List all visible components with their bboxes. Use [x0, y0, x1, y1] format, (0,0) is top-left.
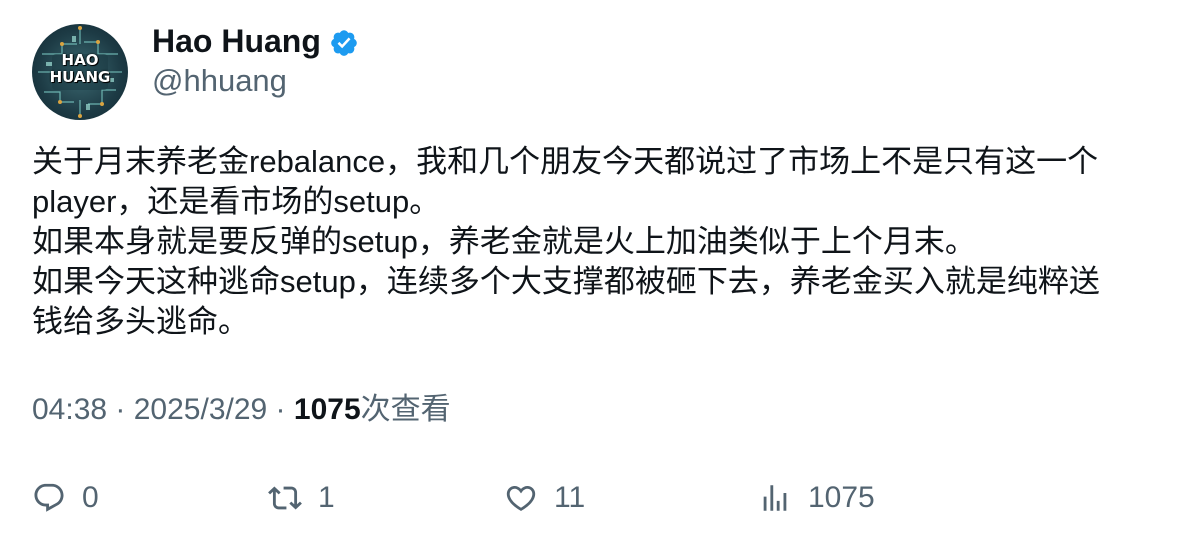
- retweet-icon: [268, 486, 302, 510]
- retweet-count: 1: [318, 481, 335, 514]
- views-label: 次查看: [360, 393, 451, 426]
- tweet-text-line: 关于月末养老金rebalance，我和几个朋友今天都说过了市场上不是只有这一个: [32, 144, 1099, 179]
- reply-icon: [34, 483, 64, 512]
- reply-button[interactable]: 0: [32, 476, 99, 520]
- tweet-text-line: 如果今天这种逃命setup，连续多个大支撑都被砸下去，养老金买入就是纯粹送: [32, 264, 1100, 299]
- meta-separator: ·: [267, 393, 294, 426]
- tweet-meta: 04:38 · 2025/3/29 · 1075次查看: [32, 391, 451, 429]
- display-name[interactable]: Hao Huang: [152, 22, 321, 60]
- retweet-button[interactable]: 1: [268, 476, 335, 520]
- avatar-logo-text: HAO HUANG: [49, 51, 111, 86]
- tweet-card: HAO HUANG Hao Huang @hhuang 关于月末养老金rebal…: [0, 0, 1196, 544]
- like-button[interactable]: 11: [504, 476, 585, 520]
- tweet-text-line: player，还是看市场的setup。: [32, 184, 441, 219]
- meta-separator: ·: [107, 393, 134, 426]
- handle[interactable]: @hhuang: [152, 62, 287, 100]
- reply-count: 0: [82, 481, 99, 514]
- verified-badge-icon: [331, 30, 357, 56]
- heart-icon: [506, 485, 536, 511]
- analytics-icon: [763, 485, 787, 511]
- like-count: 11: [554, 481, 586, 514]
- views-count: 1075: [293, 393, 361, 426]
- views-button[interactable]: 1075: [758, 476, 875, 520]
- tweet-text: 关于月末养老金rebalance，我和几个朋友今天都说过了市场上不是只有这一个 …: [32, 142, 1162, 342]
- tweet-text-line: 钱给多头逃命。: [32, 304, 249, 339]
- tweet-date[interactable]: 2025/3/29: [134, 393, 267, 426]
- views-action-count: 1075: [808, 481, 875, 514]
- tweet-time[interactable]: 04:38: [32, 393, 107, 426]
- avatar[interactable]: HAO HUANG: [32, 24, 128, 120]
- tweet-text-line: 如果本身就是要反弹的setup，养老金就是火上加油类似于上个月末。: [32, 224, 976, 259]
